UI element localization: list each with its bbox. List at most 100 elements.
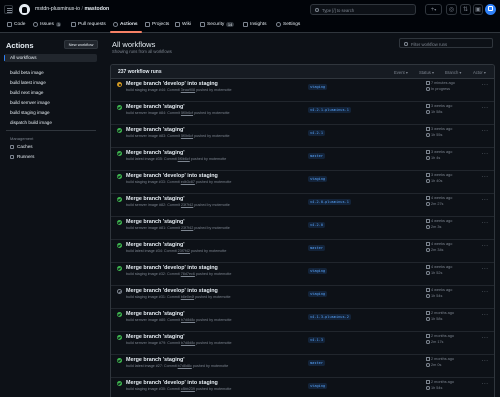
branch-label[interactable]: v4.2.0 (308, 222, 325, 228)
kebab-menu-icon[interactable]: ··· (481, 197, 489, 205)
workflow-run-row[interactable]: Merge branch 'staging' build semver image… (111, 217, 494, 240)
kebab-menu-icon[interactable]: ··· (481, 381, 489, 389)
create-new-button[interactable]: +▾ (425, 4, 442, 15)
branch-label[interactable]: v4.2.1-plusminus.1 (308, 107, 351, 113)
sidebar-item-workflow[interactable]: build beta image (4, 69, 97, 77)
run-title[interactable]: Merge branch 'develop' into staging (126, 265, 218, 271)
branch-label[interactable]: master (308, 360, 325, 366)
workflow-run-row[interactable]: Merge branch 'develop' into staging build… (111, 171, 494, 194)
tab-code[interactable]: Code (7, 22, 25, 27)
run-title[interactable]: Merge branch 'staging' (126, 311, 185, 317)
sidebar-item-workflow[interactable]: build staging image (4, 109, 97, 117)
branch-label[interactable]: staging (308, 84, 328, 90)
status-filter-dropdown[interactable]: Status ▾ (419, 70, 434, 75)
kebab-menu-icon[interactable]: ··· (481, 128, 489, 136)
tab-actions[interactable]: Actions (113, 22, 138, 27)
commit-sha-link[interactable]: edb3c87 (181, 180, 195, 184)
branch-label[interactable]: staging (308, 176, 328, 182)
sidebar-item-workflow[interactable]: build semver image (4, 99, 97, 107)
kebab-menu-icon[interactable]: ··· (481, 82, 489, 90)
kebab-menu-icon[interactable]: ··· (481, 289, 489, 297)
run-title[interactable]: Merge branch 'develop' into staging (126, 173, 218, 179)
branch-label[interactable]: staging (308, 291, 328, 297)
issues-icon[interactable]: ◎ (446, 4, 457, 15)
kebab-menu-icon[interactable]: ··· (481, 105, 489, 113)
tab-wiki[interactable]: Wiki (175, 22, 191, 27)
kebab-menu-icon[interactable]: ··· (481, 312, 489, 320)
run-title[interactable]: Merge branch 'staging' (126, 104, 185, 110)
kebab-menu-icon[interactable]: ··· (481, 266, 489, 274)
sidebar-item-workflow[interactable]: build latest image (4, 79, 97, 87)
global-search-input[interactable]: Type [/] to search (310, 4, 416, 15)
workflow-run-row[interactable]: Merge branch 'staging' build latest image… (111, 355, 494, 378)
avatar[interactable] (485, 4, 496, 15)
branch-label[interactable]: staging (308, 268, 328, 274)
run-title[interactable]: Merge branch 'staging' (126, 242, 185, 248)
sidebar-item-all-workflows[interactable]: All workflows (4, 54, 97, 62)
commit-sha-link[interactable]: 23f7f42 (181, 203, 193, 207)
run-title[interactable]: Merge branch 'staging' (126, 357, 185, 363)
notifications-icon[interactable]: ▣ (473, 4, 483, 15)
kebab-menu-icon[interactable]: ··· (481, 358, 489, 366)
commit-sha-link[interactable]: b7d8d8c (181, 341, 195, 345)
commit-sha-link[interactable]: 78d7ec6 (181, 272, 195, 276)
menu-icon[interactable] (4, 5, 13, 14)
sidebar-item-workflow[interactable]: dispatch build image (4, 119, 97, 127)
workflow-run-row[interactable]: Merge branch 'staging' build semver image… (111, 194, 494, 217)
kebab-menu-icon[interactable]: ··· (481, 151, 489, 159)
workflow-run-row[interactable]: Merge branch 'develop' into staging build… (111, 263, 494, 286)
filter-workflow-runs-input[interactable]: Filter workflow runs (399, 38, 493, 48)
commit-sha-link[interactable]: 5f0b6cf (178, 157, 190, 161)
run-title[interactable]: Merge branch 'staging' (126, 150, 185, 156)
run-title[interactable]: Merge branch 'staging' (126, 127, 185, 133)
commit-sha-link[interactable]: 3eaa908 (181, 88, 195, 92)
commit-sha-link[interactable]: b8e0e4f (181, 295, 194, 299)
workflow-run-row[interactable]: Merge branch 'staging' build semver image… (111, 102, 494, 125)
run-title[interactable]: Merge branch 'develop' into staging (126, 81, 218, 87)
breadcrumb-org[interactable]: mstdn-plusminus-io (35, 6, 80, 12)
branch-label[interactable]: v4.2.1 (308, 130, 325, 136)
kebab-menu-icon[interactable]: ··· (481, 174, 489, 182)
run-title[interactable]: Merge branch 'develop' into staging (126, 288, 218, 294)
event-filter-dropdown[interactable]: Event ▾ (394, 70, 408, 75)
workflow-run-row[interactable]: Merge branch 'staging' build latest image… (111, 148, 494, 171)
actor-filter-dropdown[interactable]: Actor ▾ (473, 70, 486, 75)
run-title[interactable]: Merge branch 'develop' into staging (126, 380, 218, 386)
commit-sha-link[interactable]: 23f7f42 (181, 226, 193, 230)
commit-sha-link[interactable]: c8bb239 (181, 387, 195, 391)
workflow-run-row[interactable]: Merge branch 'develop' into staging build… (111, 79, 494, 102)
workflow-run-row[interactable]: Merge branch 'staging' build semver image… (111, 332, 494, 355)
commit-sha-link[interactable]: 23f7f42 (178, 249, 190, 253)
commit-sha-link[interactable]: b7d8d8c (181, 318, 195, 322)
workflow-run-row[interactable]: Merge branch 'staging' build semver image… (111, 309, 494, 332)
workflow-run-row[interactable]: Merge branch 'develop' into staging build… (111, 378, 494, 397)
kebab-menu-icon[interactable]: ··· (481, 243, 489, 251)
run-title[interactable]: Merge branch 'staging' (126, 219, 185, 225)
branch-label[interactable]: staging (308, 383, 328, 389)
branch-label[interactable]: master (308, 245, 325, 251)
new-workflow-button[interactable]: New workflow (64, 40, 98, 49)
tab-settings[interactable]: Settings (276, 22, 300, 27)
kebab-menu-icon[interactable]: ··· (481, 220, 489, 228)
branch-label[interactable]: master (308, 153, 325, 159)
run-title[interactable]: Merge branch 'staging' (126, 196, 185, 202)
tab-issues[interactable]: Issues 3 (33, 22, 62, 27)
workflow-run-row[interactable]: Merge branch 'staging' build semver image… (111, 125, 494, 148)
commit-sha-link[interactable]: b7d8d8c (178, 364, 192, 368)
kebab-menu-icon[interactable]: ··· (481, 335, 489, 343)
tab-insights[interactable]: Insights (243, 22, 267, 27)
pull-requests-icon[interactable]: ⇅ (460, 4, 471, 15)
tab-security[interactable]: Security 14 (200, 22, 234, 27)
branch-filter-dropdown[interactable]: Branch ▾ (445, 70, 462, 75)
tab-pull-requests[interactable]: Pull requests (71, 22, 106, 27)
workflow-run-row[interactable]: Merge branch 'develop' into staging build… (111, 286, 494, 309)
commit-sha-link[interactable]: 5f0b6cf (181, 111, 193, 115)
workflow-run-row[interactable]: Merge branch 'staging' build latest image… (111, 240, 494, 263)
commit-sha-link[interactable]: 5f0b6cf (181, 134, 193, 138)
run-title[interactable]: Merge branch 'staging' (126, 334, 185, 340)
breadcrumb-repo[interactable]: mastodon (84, 6, 109, 12)
github-logo-icon[interactable] (19, 4, 30, 15)
sidebar-item-caches[interactable]: Caches (6, 143, 96, 151)
sidebar-item-runners[interactable]: Runners (6, 153, 96, 161)
branch-label[interactable]: v4.1.3-plusminus.2 (308, 314, 351, 320)
